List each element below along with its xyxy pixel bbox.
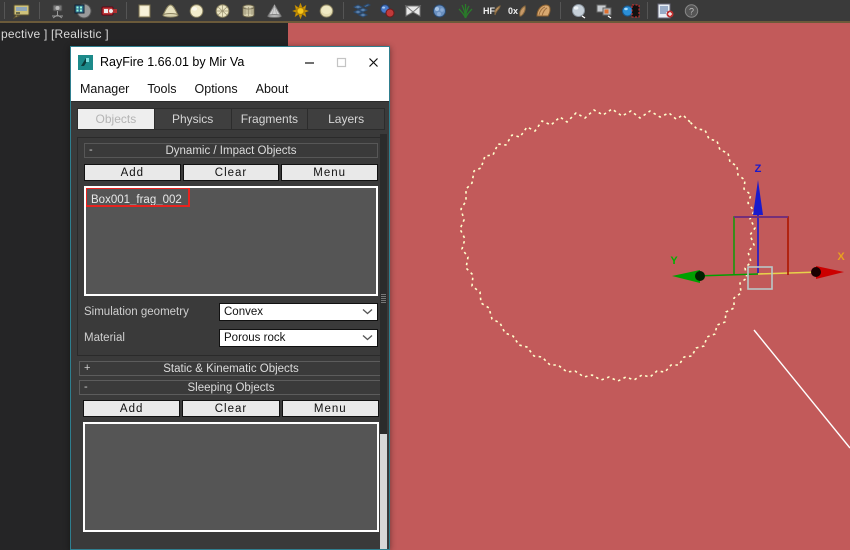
render-to-texture-icon[interactable] xyxy=(652,1,678,21)
teapot-icon[interactable] xyxy=(348,1,374,21)
chevron-down-icon[interactable] xyxy=(362,306,373,318)
svg-text:Y: Y xyxy=(670,255,678,267)
tab-physics[interactable]: Physics xyxy=(154,108,232,130)
fur-icon[interactable] xyxy=(530,1,556,21)
render-frame-window-icon[interactable] xyxy=(44,1,70,21)
tab-objects[interactable]: Objects xyxy=(77,108,155,130)
minimize-button[interactable] xyxy=(293,47,325,77)
sleeping-menu-button[interactable]: Menu xyxy=(281,400,379,417)
tab-fragments[interactable]: Fragments xyxy=(231,108,309,130)
close-button[interactable] xyxy=(357,47,389,77)
box-icon[interactable] xyxy=(131,1,157,21)
window-menubar[interactable]: Manager Tools Options About xyxy=(71,77,389,101)
scrollbar-grip xyxy=(381,294,386,303)
screen-root: Z X Y pective ] [Realistic ] HF 0x ? Ray… xyxy=(0,0,850,550)
tab-bar[interactable]: Objects Physics Fragments Layers xyxy=(77,108,385,130)
simulation-geometry-label: Simulation geometry xyxy=(84,306,189,318)
tube-icon[interactable] xyxy=(261,1,287,21)
svg-text:?: ? xyxy=(688,6,693,16)
material-editor-icon[interactable] xyxy=(591,1,617,21)
window-controls[interactable] xyxy=(293,47,389,77)
material-sphere-icon[interactable] xyxy=(565,1,591,21)
menu-item-options[interactable]: Options xyxy=(195,82,238,96)
plane-icon[interactable] xyxy=(374,1,400,21)
particle-icon[interactable] xyxy=(400,1,426,21)
static-kinematic-rollout-header[interactable]: + Static & Kinematic Objects xyxy=(79,361,383,376)
svg-text:0x: 0x xyxy=(508,6,518,16)
dynamic-add-button[interactable]: Add xyxy=(84,164,181,181)
dynamic-expander[interactable]: - xyxy=(89,144,93,157)
toolbar-separator xyxy=(39,2,40,19)
torus-icon[interactable] xyxy=(287,1,313,21)
sleeping-rollout-header[interactable]: - Sleeping Objects xyxy=(79,380,383,395)
help-icon[interactable]: ? xyxy=(678,1,704,21)
transform-gizmo: Z X Y xyxy=(670,163,845,290)
toolbar-separator xyxy=(4,2,5,19)
cone-icon[interactable] xyxy=(157,1,183,21)
cylinder-icon[interactable] xyxy=(235,1,261,21)
sleeping-panel: Add Clear Menu xyxy=(77,400,385,532)
viewport-label: pective ] [Realistic ] xyxy=(1,27,109,41)
window-body: Objects Physics Fragments Layers - Dynam… xyxy=(71,101,389,549)
material-value: Porous rock xyxy=(224,332,286,344)
render-setup-icon[interactable] xyxy=(9,1,35,21)
hair-fur-icon[interactable]: HF xyxy=(478,1,504,21)
max-toolbar[interactable]: HF 0x ? xyxy=(0,0,850,22)
menu-item-tools[interactable]: Tools xyxy=(147,82,176,96)
material-row: Material Porous rock xyxy=(84,328,378,348)
window-titlebar[interactable]: RayFire 1.66.01 by Mir Va xyxy=(71,47,389,77)
svg-text:HF: HF xyxy=(483,6,495,16)
sleeping-clear-button[interactable]: Clear xyxy=(182,400,280,417)
menu-item-about[interactable]: About xyxy=(256,82,289,96)
maximize-button[interactable] xyxy=(325,47,357,77)
toolbar-separator xyxy=(126,2,127,19)
dynamic-menu-button[interactable]: Menu xyxy=(281,164,379,181)
geosphere-icon[interactable] xyxy=(209,1,235,21)
toolbar-separator xyxy=(647,2,648,19)
simulation-geometry-row: Simulation geometry Convex xyxy=(84,302,378,322)
svg-text:X: X xyxy=(837,251,845,263)
static-kinematic-rollout-title: Static & Kinematic Objects xyxy=(163,362,299,375)
light-blue-sphere-icon[interactable] xyxy=(617,1,643,21)
sleeping-rollout-title: Sleeping Objects xyxy=(187,381,275,394)
sphere-icon[interactable] xyxy=(183,1,209,21)
render-iterative-icon[interactable] xyxy=(96,1,122,21)
sleeping-add-button[interactable]: Add xyxy=(83,400,181,417)
rayfire-window[interactable]: RayFire 1.66.01 by Mir Va Manager Tools … xyxy=(70,46,390,550)
dynamic-object-list[interactable]: Box001_frag_002 xyxy=(84,186,378,296)
ox-icon[interactable]: 0x xyxy=(504,1,530,21)
toolbar-separator xyxy=(343,2,344,19)
sphere-gizmo-icon[interactable] xyxy=(426,1,452,21)
material-select[interactable]: Porous rock xyxy=(219,329,378,347)
dynamic-rollout-header[interactable]: - Dynamic / Impact Objects xyxy=(84,143,378,158)
simulation-geometry-select[interactable]: Convex xyxy=(219,303,378,321)
sleeping-object-list[interactable] xyxy=(83,422,379,532)
window-title: RayFire 1.66.01 by Mir Va xyxy=(100,55,245,69)
cloth-icon[interactable] xyxy=(452,1,478,21)
sleeping-expander[interactable]: - xyxy=(84,381,88,394)
dynamic-button-row[interactable]: Add Clear Menu xyxy=(84,164,379,181)
dynamic-clear-button[interactable]: Clear xyxy=(182,164,280,181)
dynamic-impact-panel: - Dynamic / Impact Objects Add Clear Men… xyxy=(77,137,385,356)
render-production-icon[interactable] xyxy=(70,1,96,21)
menu-item-manager[interactable]: Manager xyxy=(80,82,129,96)
static-kinematic-expander[interactable]: + xyxy=(84,362,90,375)
rayfire-icon xyxy=(78,54,93,70)
sleeping-button-row[interactable]: Add Clear Menu xyxy=(83,400,379,417)
material-label: Material xyxy=(84,332,125,344)
svg-text:Z: Z xyxy=(755,163,762,175)
list-item[interactable]: Box001_frag_002 xyxy=(88,193,185,207)
toolbar-separator xyxy=(560,2,561,19)
dynamic-rollout-title: Dynamic / Impact Objects xyxy=(165,144,297,157)
chevron-down-icon[interactable] xyxy=(362,332,373,344)
scrollbar-thumb[interactable] xyxy=(380,434,387,549)
pyramid-icon[interactable] xyxy=(313,1,339,21)
tab-layers[interactable]: Layers xyxy=(308,108,385,130)
toolbar-underline xyxy=(0,21,850,23)
panel-scrollbar[interactable] xyxy=(380,134,387,549)
simulation-geometry-value: Convex xyxy=(224,306,263,318)
